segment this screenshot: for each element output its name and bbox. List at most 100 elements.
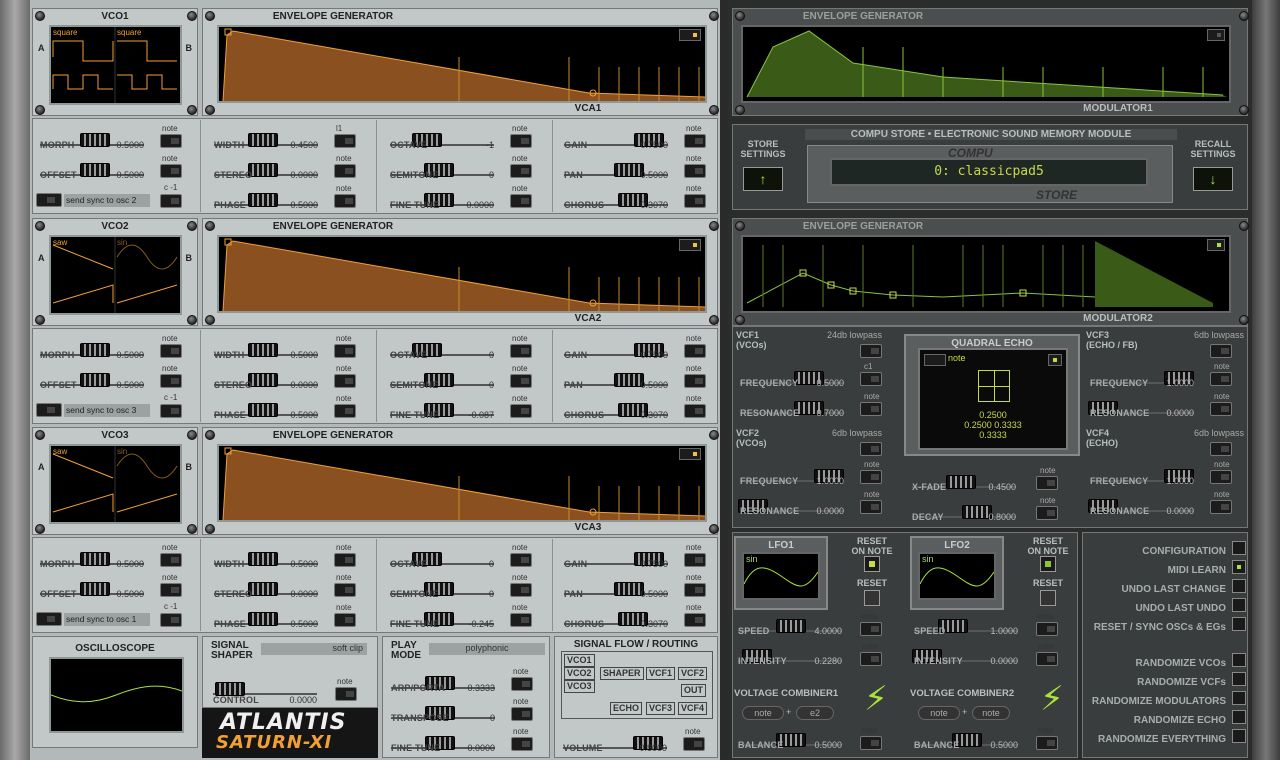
note-switch[interactable]: [510, 374, 532, 388]
note-switch[interactable]: [684, 583, 706, 597]
vco3-wave-screen[interactable]: saw sin: [49, 444, 182, 524]
vc2-input-b[interactable]: note: [972, 706, 1010, 720]
phase-slider[interactable]: PHASE 0.5000: [212, 396, 322, 426]
vco1-wave-screen[interactable]: square square: [49, 25, 182, 105]
undo-last-change-checkbox[interactable]: [1232, 579, 1246, 593]
note-switch[interactable]: [511, 737, 533, 751]
randomize-everything-checkbox[interactable]: [1232, 729, 1246, 743]
note-switch[interactable]: [334, 404, 356, 418]
vc2-balance-slider[interactable]: BALANCE 0.5000: [912, 726, 1022, 756]
semitone-slider[interactable]: SEMITONE 0: [388, 575, 498, 605]
note-switch[interactable]: [684, 374, 706, 388]
stereo-slider[interactable]: STEREO 0.0000: [212, 366, 322, 396]
note-switch[interactable]: [1036, 652, 1058, 666]
note-switch[interactable]: [510, 164, 532, 178]
vcf1-toggle[interactable]: [860, 344, 882, 358]
offset-slider[interactable]: OFFSET 0.5000: [38, 575, 148, 605]
env-loop-toggle[interactable]: [679, 448, 701, 460]
offset-slider[interactable]: OFFSET 0.5000: [38, 156, 148, 186]
vcf3-frequency-slider[interactable]: FREQUENCY 1.0000: [1088, 364, 1198, 394]
note-switch[interactable]: [684, 553, 706, 567]
note-switch[interactable]: [1036, 506, 1058, 520]
note-switch[interactable]: [684, 613, 706, 627]
vcf-toggle[interactable]: [860, 442, 882, 456]
play-finetune-slider[interactable]: FINE TUNE 0.0000: [389, 729, 499, 759]
midi-learn-row[interactable]: MIDI LEARN: [1086, 560, 1246, 576]
reset-sync-row[interactable]: RESET / SYNC OSCs & EGs: [1086, 617, 1246, 633]
note-switch[interactable]: [1210, 372, 1232, 386]
note-switch[interactable]: [334, 583, 356, 597]
note-switch[interactable]: [860, 470, 882, 484]
vcf3-type-select[interactable]: 6db lowpass: [1126, 330, 1244, 340]
note-switch[interactable]: [334, 553, 356, 567]
octave-slider[interactable]: OCTAVE 0: [388, 336, 498, 366]
note-switch[interactable]: [510, 134, 532, 148]
vc1-input-b[interactable]: e2: [796, 706, 834, 720]
octave-slider[interactable]: OCTAVE 0: [388, 545, 498, 575]
lfo2-wave-screen[interactable]: sin: [918, 552, 996, 600]
finetune-slider[interactable]: FINE TUNE 0.0000: [388, 186, 498, 216]
recall-settings-button[interactable]: ↓: [1193, 167, 1233, 191]
note-switch[interactable]: [1036, 622, 1058, 636]
randomize-vcos-checkbox[interactable]: [1232, 653, 1246, 667]
note-switch[interactable]: [334, 134, 356, 148]
env1-envelope-display[interactable]: [217, 25, 707, 103]
gain-slider[interactable]: GAIN 0.7500: [562, 545, 672, 575]
lfo2-intensity-slider[interactable]: INTENSITY 0.0000: [912, 642, 1022, 672]
randomize-modulators-row[interactable]: RANDOMIZE MODULATORS: [1086, 691, 1246, 707]
semitone-slider[interactable]: SEMITONE 0: [388, 156, 498, 186]
note-switch[interactable]: [334, 344, 356, 358]
semitone-slider[interactable]: SEMITONE 0: [388, 366, 498, 396]
chorus-slider[interactable]: CHORUS 0.3070: [562, 605, 672, 635]
lfo1-wave-screen[interactable]: sin: [742, 552, 820, 600]
note-switch[interactable]: [860, 402, 882, 416]
note-switch[interactable]: [684, 404, 706, 418]
sync-note-switch[interactable]: [160, 404, 182, 418]
lfo1-reset-on-note-toggle[interactable]: [864, 556, 880, 572]
note-switch[interactable]: [510, 344, 532, 358]
stereo-slider[interactable]: STEREO 0.0000: [212, 575, 322, 605]
note-switch[interactable]: [510, 613, 532, 627]
store-settings-button[interactable]: ↑: [743, 167, 783, 191]
mod1-envelope-display[interactable]: [741, 25, 1231, 103]
chorus-slider[interactable]: CHORUS 0.3070: [562, 186, 672, 216]
pan-slider[interactable]: PAN 0.5000: [562, 575, 672, 605]
phase-slider[interactable]: PHASE 0.5000: [212, 186, 322, 216]
vcf2-type-select[interactable]: 6db lowpass: [776, 428, 882, 438]
note-switch[interactable]: [860, 622, 882, 636]
offset-slider[interactable]: OFFSET 0.5000: [38, 366, 148, 396]
note-switch[interactable]: [1210, 470, 1232, 484]
note-switch[interactable]: [334, 374, 356, 388]
sync-note-switch[interactable]: [160, 613, 182, 627]
finetune-slider[interactable]: FINE TUNE -0.087: [388, 396, 498, 426]
note-switch[interactable]: [334, 164, 356, 178]
lfo2-reset-on-note-toggle[interactable]: [1040, 556, 1056, 572]
note-switch[interactable]: [684, 134, 706, 148]
xfade-slider[interactable]: X-FADE 0.4500: [910, 468, 1020, 498]
octave-slider[interactable]: OCTAVE -1: [388, 126, 498, 156]
note-switch[interactable]: [510, 194, 532, 208]
preset-display[interactable]: 0: classicpad5: [830, 158, 1148, 186]
env3-envelope-display[interactable]: [217, 444, 707, 522]
vc1-balance-slider[interactable]: BALANCE 0.5000: [736, 726, 846, 756]
note-switch[interactable]: [860, 736, 882, 750]
width-slider[interactable]: WIDTH 0.5000: [212, 545, 322, 575]
chorus-slider[interactable]: CHORUS 0.3070: [562, 396, 672, 426]
vcf2-frequency-slider[interactable]: FREQUENCY 1.0000: [738, 462, 848, 492]
phase-slider[interactable]: PHASE 0.5000: [212, 605, 322, 635]
lfo2-reset-button[interactable]: [1040, 590, 1056, 606]
sync-note-switch[interactable]: [160, 194, 182, 208]
lfo1-reset-button[interactable]: [864, 590, 880, 606]
stereo-slider[interactable]: STEREO 0.0000: [212, 156, 322, 186]
decay-slider[interactable]: DECAY 0.8000: [910, 498, 1020, 528]
mod-loop-toggle[interactable]: [1207, 239, 1225, 251]
width-slider[interactable]: WIDTH 0.4500: [212, 126, 322, 156]
gain-slider[interactable]: GAIN 0.7500: [562, 126, 672, 156]
note-switch[interactable]: [684, 344, 706, 358]
slider-knob[interactable]: [215, 682, 245, 696]
pan-slider[interactable]: PAN 0.5000: [562, 156, 672, 186]
note-switch[interactable]: [160, 553, 182, 567]
note-switch[interactable]: [510, 583, 532, 597]
sync-switch[interactable]: [36, 193, 62, 207]
undo-last-undo-row[interactable]: UNDO LAST UNDO: [1086, 598, 1246, 614]
